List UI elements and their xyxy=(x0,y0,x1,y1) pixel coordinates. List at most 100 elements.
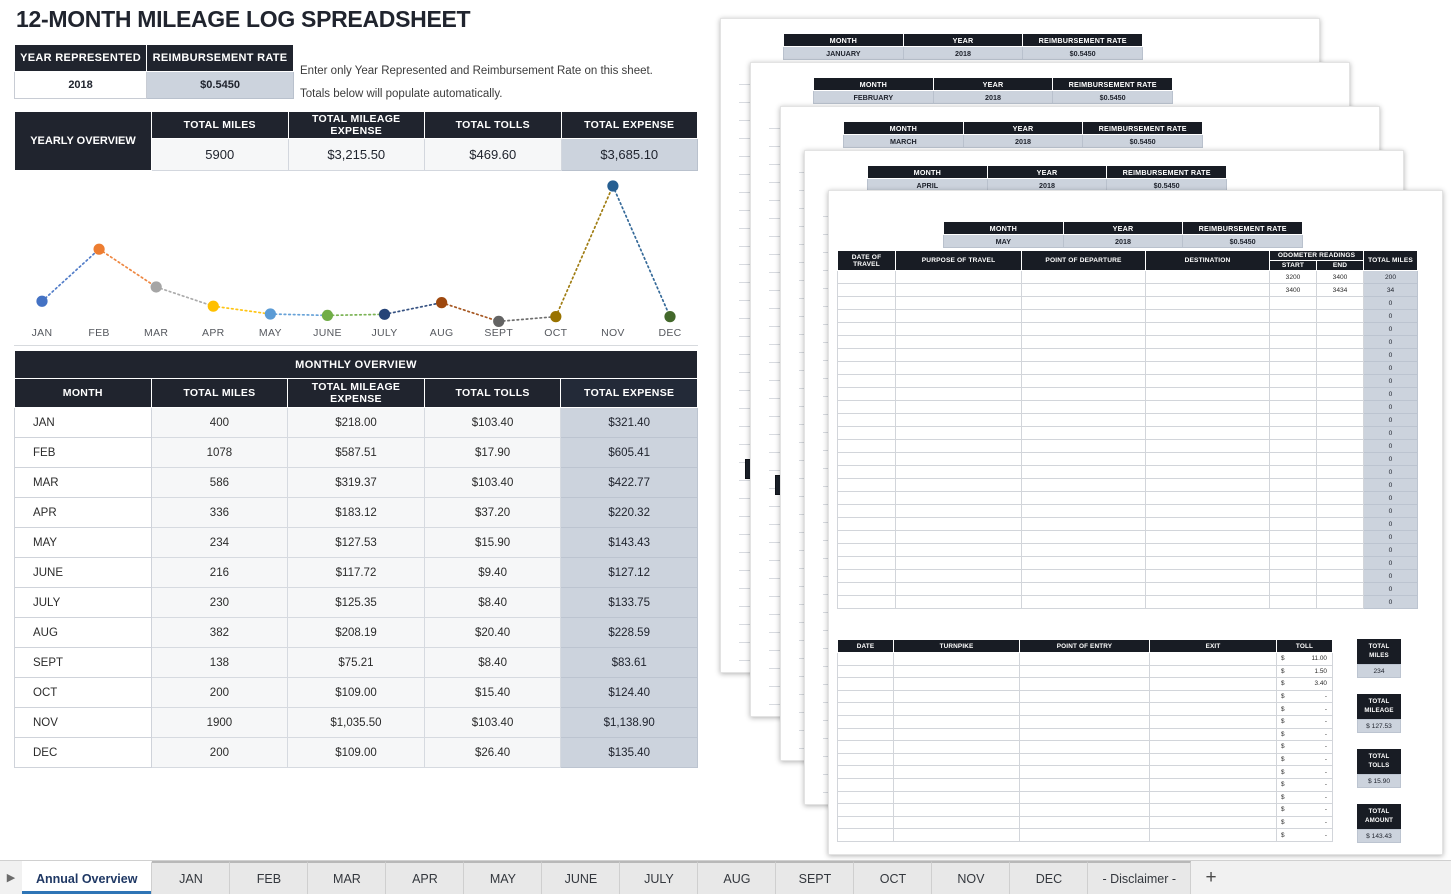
mileage-cell-departure[interactable] xyxy=(1021,595,1146,609)
mileage-cell-destination[interactable] xyxy=(1145,543,1270,557)
toll-cell-turnpike[interactable] xyxy=(893,714,1020,729)
mileage-cell-departure[interactable] xyxy=(1021,400,1146,414)
mileage-cell-date[interactable] xyxy=(837,270,896,284)
toll-cell-exit[interactable] xyxy=(1149,714,1277,729)
mileage-cell-departure[interactable] xyxy=(1021,465,1146,479)
mileage-cell-departure[interactable] xyxy=(1021,439,1146,453)
mileage-cell-departure[interactable] xyxy=(1021,296,1146,310)
mileage-cell-purpose[interactable] xyxy=(895,504,1022,518)
mileage-cell-departure[interactable] xyxy=(1021,270,1146,284)
year-value-cell[interactable]: 2018 xyxy=(13,71,148,99)
toll-cell-turnpike[interactable] xyxy=(893,765,1020,779)
sheet-tab-oct[interactable]: OCT xyxy=(854,861,933,894)
mileage-cell-destination[interactable] xyxy=(1145,556,1270,570)
toll-cell-date[interactable] xyxy=(837,765,894,779)
toll-cell-exit[interactable] xyxy=(1149,777,1277,792)
toll-cell-exit[interactable] xyxy=(1149,803,1277,817)
mileage-cell-odometer-end[interactable] xyxy=(1315,348,1365,362)
toll-cell-turnpike[interactable] xyxy=(893,752,1020,767)
mileage-cell-departure[interactable] xyxy=(1021,348,1146,362)
mileage-cell-destination[interactable] xyxy=(1145,426,1270,440)
toll-cell-amount[interactable]: $ - xyxy=(1276,702,1333,716)
mileage-cell-departure[interactable] xyxy=(1021,569,1146,583)
toll-cell-exit[interactable] xyxy=(1149,790,1277,805)
mileage-cell-odometer-end[interactable] xyxy=(1315,543,1365,557)
toll-cell-amount[interactable]: $1.50 xyxy=(1276,664,1333,679)
toll-cell-date[interactable] xyxy=(837,777,894,792)
mileage-cell-odometer-start[interactable] xyxy=(1269,296,1317,310)
mileage-cell-date[interactable] xyxy=(837,556,896,570)
mileage-cell-date[interactable] xyxy=(837,595,896,609)
toll-cell-amount[interactable]: $ - xyxy=(1276,714,1333,729)
mileage-cell-destination[interactable] xyxy=(1145,530,1270,544)
mileage-cell-odometer-end[interactable] xyxy=(1315,296,1365,310)
mileage-cell-departure[interactable] xyxy=(1021,374,1146,388)
mileage-cell-odometer-end[interactable] xyxy=(1315,452,1365,466)
mileage-cell-destination[interactable] xyxy=(1145,296,1270,310)
toll-cell-turnpike[interactable] xyxy=(893,689,1020,704)
mileage-cell-departure[interactable] xyxy=(1021,504,1146,518)
toll-cell-exit[interactable] xyxy=(1149,765,1277,779)
mileage-cell-odometer-start[interactable] xyxy=(1269,582,1317,596)
mileage-cell-purpose[interactable] xyxy=(895,296,1022,310)
mileage-cell-date[interactable] xyxy=(837,387,896,401)
mileage-cell-odometer-end[interactable] xyxy=(1315,530,1365,544)
sheet-tab-disclaimer[interactable]: - Disclaimer - xyxy=(1088,861,1192,894)
sheet-tab-annual-overview[interactable]: Annual Overview xyxy=(22,861,153,894)
toll-cell-date[interactable] xyxy=(837,727,894,742)
mileage-cell-destination[interactable] xyxy=(1145,517,1270,531)
toll-cell-exit[interactable] xyxy=(1149,740,1277,754)
toll-cell-amount[interactable]: $ - xyxy=(1276,752,1333,767)
mileage-cell-destination[interactable] xyxy=(1145,335,1270,349)
mileage-cell-date[interactable] xyxy=(837,361,896,375)
toll-cell-turnpike[interactable] xyxy=(893,702,1020,716)
mileage-cell-odometer-end[interactable] xyxy=(1315,504,1365,518)
mileage-cell-odometer-end[interactable] xyxy=(1315,582,1365,596)
toll-cell-amount[interactable]: $ - xyxy=(1276,777,1333,792)
mileage-cell-odometer-start[interactable] xyxy=(1269,491,1317,505)
mileage-cell-departure[interactable] xyxy=(1021,543,1146,557)
mileage-cell-purpose[interactable] xyxy=(895,452,1022,466)
mileage-cell-odometer-start[interactable] xyxy=(1269,504,1317,518)
mileage-cell-odometer-end[interactable] xyxy=(1315,556,1365,570)
toll-cell-turnpike[interactable] xyxy=(893,815,1020,830)
toll-cell-point-of-entry[interactable] xyxy=(1019,803,1150,817)
mileage-cell-departure[interactable] xyxy=(1021,322,1146,336)
mileage-cell-odometer-end[interactable] xyxy=(1315,309,1365,323)
toll-cell-date[interactable] xyxy=(837,752,894,767)
mileage-cell-destination[interactable] xyxy=(1145,348,1270,362)
mileage-cell-odometer-start[interactable] xyxy=(1269,595,1317,609)
mileage-cell-date[interactable] xyxy=(837,309,896,323)
toll-cell-point-of-entry[interactable] xyxy=(1019,752,1150,767)
toll-cell-amount[interactable]: $ - xyxy=(1276,815,1333,830)
mileage-cell-departure[interactable] xyxy=(1021,517,1146,531)
sheet-tab-aug[interactable]: AUG xyxy=(698,861,777,894)
mileage-cell-departure[interactable] xyxy=(1021,283,1146,297)
mileage-cell-purpose[interactable] xyxy=(895,582,1022,596)
rate-value-cell[interactable]: $0.5450 xyxy=(146,71,294,99)
mileage-cell-odometer-end[interactable] xyxy=(1315,361,1365,375)
toll-cell-exit[interactable] xyxy=(1149,815,1277,830)
mileage-cell-date[interactable] xyxy=(837,322,896,336)
sheet-tab-july[interactable]: JULY xyxy=(620,861,699,894)
toll-cell-date[interactable] xyxy=(837,702,894,716)
mileage-cell-date[interactable] xyxy=(837,517,896,531)
mileage-cell-destination[interactable] xyxy=(1145,582,1270,596)
mileage-cell-destination[interactable] xyxy=(1145,465,1270,479)
mileage-cell-destination[interactable] xyxy=(1145,569,1270,583)
mileage-cell-date[interactable] xyxy=(837,374,896,388)
mileage-cell-purpose[interactable] xyxy=(895,517,1022,531)
mileage-cell-odometer-end[interactable] xyxy=(1315,387,1365,401)
toll-cell-turnpike[interactable] xyxy=(893,790,1020,805)
sheet-tab-may[interactable]: MAY xyxy=(464,861,543,894)
mileage-cell-odometer-start[interactable] xyxy=(1269,387,1317,401)
mileage-cell-departure[interactable] xyxy=(1021,309,1146,323)
mileage-cell-odometer-end[interactable] xyxy=(1315,491,1365,505)
toll-cell-amount[interactable]: $ - xyxy=(1276,828,1333,842)
mileage-cell-date[interactable] xyxy=(837,283,896,297)
toll-cell-exit[interactable] xyxy=(1149,702,1277,716)
mileage-cell-destination[interactable] xyxy=(1145,283,1270,297)
mileage-cell-destination[interactable] xyxy=(1145,387,1270,401)
mileage-cell-date[interactable] xyxy=(837,439,896,453)
mileage-cell-odometer-end[interactable] xyxy=(1315,465,1365,479)
